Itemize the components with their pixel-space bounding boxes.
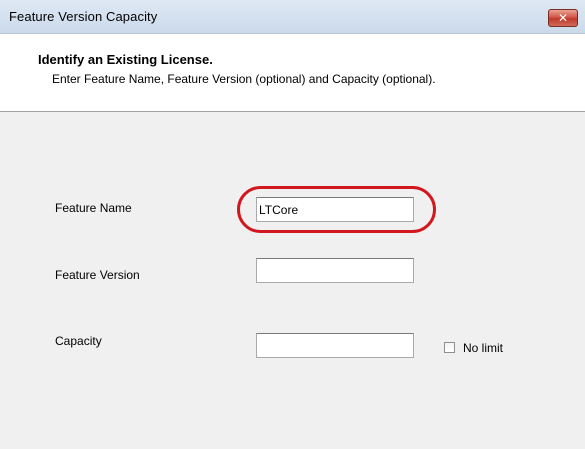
feature-name-input[interactable]: [256, 197, 414, 222]
capacity-input[interactable]: [256, 333, 414, 358]
close-icon: ✕: [557, 11, 569, 25]
close-button[interactable]: ✕: [548, 9, 578, 27]
no-limit-label[interactable]: No limit: [463, 341, 503, 355]
title-bar: Feature Version Capacity ✕: [0, 0, 585, 34]
feature-name-label: Feature Name: [55, 201, 132, 215]
window-title: Feature Version Capacity: [9, 9, 158, 24]
header-title: Identify an Existing License.: [38, 52, 213, 67]
header-subtitle: Enter Feature Name, Feature Version (opt…: [52, 72, 436, 86]
dialog-header: Identify an Existing License. Enter Feat…: [0, 34, 585, 112]
feature-version-label: Feature Version: [55, 268, 140, 282]
dialog-window: Feature Version Capacity ✕ Identify an E…: [0, 0, 585, 449]
no-limit-checkbox[interactable]: [444, 342, 455, 353]
feature-version-input[interactable]: [256, 258, 414, 283]
capacity-label: Capacity: [55, 334, 102, 348]
